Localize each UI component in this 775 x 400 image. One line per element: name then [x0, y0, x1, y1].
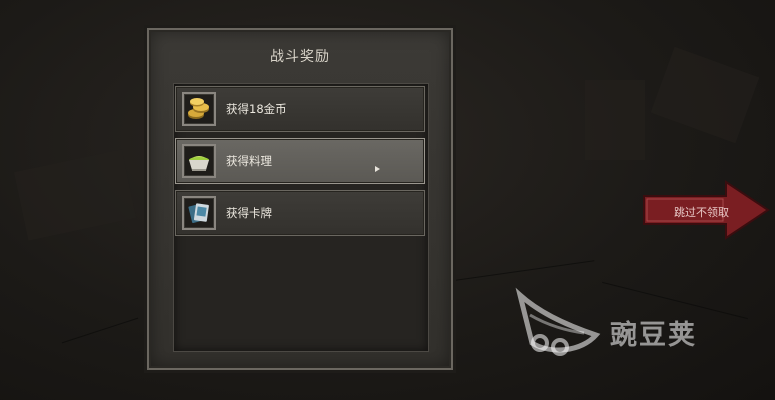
- reward-card-option[interactable]: 获得卡牌: [175, 190, 425, 236]
- reward-food-option[interactable]: 获得料理: [175, 138, 425, 184]
- gold-coins-icon: [182, 92, 216, 126]
- card-deck-icon: [182, 196, 216, 230]
- skip-button[interactable]: 跳过不领取: [641, 180, 771, 240]
- background-rock: [585, 80, 645, 160]
- wandoujia-watermark: 豌豆荚: [512, 285, 742, 365]
- dialog-title: 战斗奖励: [270, 49, 330, 65]
- battle-reward-dialog: 战斗奖励 获得18金币 获得料理 获得卡牌: [147, 28, 453, 370]
- skip-button-label: 跳过不领取: [674, 206, 729, 219]
- mouse-cursor: [375, 166, 380, 172]
- reward-gold-option[interactable]: 获得18金币: [175, 86, 425, 132]
- reward-label: 获得料理: [226, 154, 272, 168]
- watermark-text: 豌豆荚: [610, 320, 697, 351]
- food-bowl-icon: [182, 144, 216, 178]
- background-crack: [455, 260, 595, 281]
- pea-pod-logo-icon: [515, 287, 601, 356]
- background-rock: [650, 46, 760, 144]
- background-crack: [61, 317, 139, 344]
- background-rock: [13, 149, 137, 241]
- reward-label: 获得18金币: [226, 102, 287, 116]
- reward-label: 获得卡牌: [226, 206, 272, 220]
